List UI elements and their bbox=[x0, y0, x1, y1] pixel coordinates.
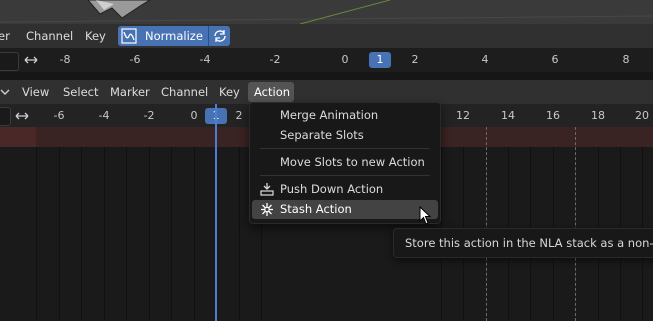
tick-label: 6 bbox=[551, 53, 559, 66]
menu-item-label: Push Down Action bbox=[280, 182, 384, 196]
grid-line bbox=[59, 147, 60, 321]
menu-item-move-slots[interactable]: Move Slots to new Action bbox=[252, 153, 438, 172]
tick-label: 2 bbox=[411, 53, 419, 66]
current-frame-badge[interactable]: 1 bbox=[369, 52, 391, 68]
normalize-toggle-button[interactable]: Normalize bbox=[118, 26, 208, 46]
viewport-3d[interactable] bbox=[0, 0, 653, 24]
tick-label: 16 bbox=[546, 109, 560, 122]
tick-label: 4 bbox=[481, 53, 489, 66]
grid-line bbox=[104, 147, 105, 321]
menu-action[interactable]: Action bbox=[248, 82, 294, 102]
channel-region-edge[interactable] bbox=[0, 107, 11, 126]
menu-item-label: Move Slots to new Action bbox=[280, 155, 425, 169]
viewport-scene bbox=[0, 0, 653, 24]
menu-item-merge-animation[interactable]: Merge Animation bbox=[252, 106, 438, 125]
menu-item-separate-slots[interactable]: Separate Slots bbox=[252, 126, 438, 145]
graph-timeline-ruler[interactable]: -8 -6 -4 -2 0 2 4 6 8 1 bbox=[0, 48, 653, 73]
grid-line bbox=[149, 147, 150, 321]
graph-editor-header: er Channel Key Normalize bbox=[0, 24, 653, 48]
channel-region-edge[interactable] bbox=[0, 52, 19, 71]
chevron-down-icon[interactable] bbox=[0, 86, 10, 98]
tick-label: -2 bbox=[143, 109, 155, 122]
tick-label: -4 bbox=[98, 109, 110, 122]
menu-channel[interactable]: Channel bbox=[26, 28, 73, 44]
tick-label: -4 bbox=[199, 53, 211, 66]
normalize-label: Normalize bbox=[145, 29, 203, 43]
tick-label: -2 bbox=[269, 53, 281, 66]
tick-label: -8 bbox=[59, 53, 71, 66]
stash-icon bbox=[261, 203, 273, 216]
grid-line bbox=[81, 147, 82, 321]
playhead-line[interactable] bbox=[215, 104, 217, 321]
tick-label: 20 bbox=[635, 109, 649, 122]
tick-label: 0 bbox=[341, 53, 349, 66]
tick-label: 18 bbox=[591, 109, 605, 122]
normalize-curve-icon bbox=[121, 28, 137, 44]
menu-item-label: Stash Action bbox=[280, 202, 352, 216]
tick-label: 14 bbox=[501, 109, 515, 122]
menu-action-label: Action bbox=[254, 85, 291, 99]
horizontal-scroll-arrows-icon[interactable] bbox=[14, 108, 30, 124]
menu-item-label: Merge Animation bbox=[280, 108, 379, 122]
mouse-cursor-icon bbox=[419, 206, 432, 225]
menu-view[interactable]: View bbox=[22, 84, 49, 100]
refresh-normalization-button[interactable] bbox=[208, 26, 230, 46]
menu-item-stash-action[interactable]: Stash Action bbox=[252, 200, 438, 219]
tooltip-text: Store this action in the NLA stack as a … bbox=[405, 236, 653, 250]
summary-channel-header[interactable] bbox=[0, 127, 36, 147]
tick-label: 0 bbox=[190, 109, 198, 122]
grid-line bbox=[171, 147, 172, 321]
area-separator[interactable] bbox=[0, 72, 653, 80]
refresh-icon bbox=[214, 30, 226, 42]
menu-channel[interactable]: Channel bbox=[161, 84, 208, 100]
menu-key[interactable]: Key bbox=[219, 84, 240, 100]
tooltip: Store this action in the NLA stack as a … bbox=[393, 228, 653, 258]
tick-label: -6 bbox=[53, 109, 65, 122]
grid-line bbox=[239, 147, 240, 321]
frame-range-marker bbox=[575, 127, 576, 321]
grid-line bbox=[194, 147, 195, 321]
menu-key[interactable]: Key bbox=[85, 28, 106, 44]
push-down-icon bbox=[260, 183, 274, 196]
horizontal-scroll-arrows-icon[interactable] bbox=[23, 52, 39, 68]
tick-label: 12 bbox=[456, 109, 470, 122]
menu-marker[interactable]: Marker bbox=[110, 84, 150, 100]
menu-item-label: Separate Slots bbox=[280, 128, 364, 142]
tick-label: -6 bbox=[129, 53, 141, 66]
menu-marker[interactable]: er bbox=[0, 28, 10, 44]
tick-label: 8 bbox=[622, 53, 630, 66]
grid-line bbox=[126, 147, 127, 321]
menu-separator bbox=[260, 148, 430, 149]
dopesheet-header: View Select Marker Channel Key Action bbox=[0, 80, 653, 104]
tick-label: 2 bbox=[235, 109, 243, 122]
action-dropdown-menu: Merge Animation Separate Slots Move Slot… bbox=[249, 102, 441, 224]
menu-select[interactable]: Select bbox=[63, 84, 98, 100]
menu-item-push-down-action[interactable]: Push Down Action bbox=[252, 180, 438, 199]
grid-line bbox=[36, 147, 37, 321]
frame-range-marker bbox=[486, 127, 487, 321]
menu-separator bbox=[260, 175, 430, 176]
